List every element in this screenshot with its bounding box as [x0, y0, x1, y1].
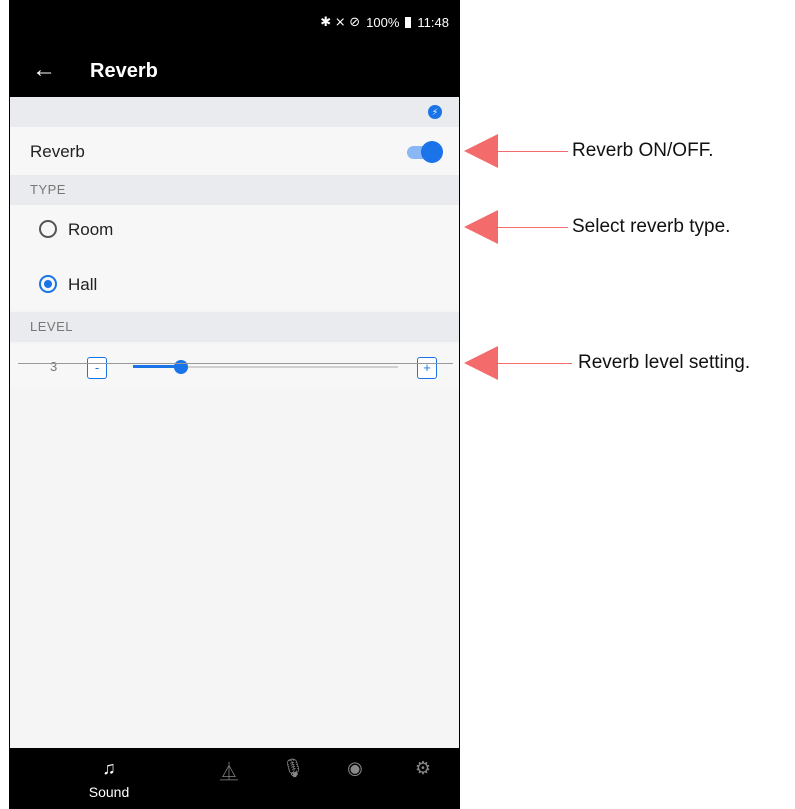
increase-button[interactable]: + [417, 357, 437, 379]
type-section-header: TYPE [10, 175, 459, 205]
reverb-toggle[interactable] [407, 141, 443, 163]
divider [18, 363, 453, 364]
callout-text: Reverb level setting. [578, 352, 751, 373]
nav-metronome[interactable]: ⏅ [214, 748, 244, 809]
arrowhead [464, 210, 498, 244]
radio-room-label: Room [68, 220, 114, 239]
info-strip: ⚡ [10, 97, 459, 127]
level-value: 3 [50, 359, 58, 374]
clock: 11:48 [417, 14, 449, 30]
battery-level: 100% [366, 14, 400, 30]
arrowhead [464, 346, 498, 380]
speaker-icon: ◉ [347, 758, 363, 778]
radio-hall[interactable] [39, 275, 57, 293]
radio-hall-label: Hall [68, 275, 98, 294]
app-bar: ← Reverb [10, 46, 459, 97]
microphone-icon: 🎙 [281, 758, 305, 778]
nav-speaker[interactable]: ◉ [340, 748, 370, 809]
radio-option-room[interactable]: Room [10, 205, 459, 255]
type-header: TYPE [30, 182, 66, 197]
reverb-label: Reverb [30, 142, 85, 161]
nav-sound-label: Sound [88, 784, 130, 800]
nav-sound[interactable]: ♫ Sound [78, 748, 140, 809]
phone-screen: ✱ ⨯ ⊘ 100% 11:48 ← Reverb ⚡ Reverb TYPE … [9, 0, 460, 809]
gear-icon: ⚙ [414, 758, 432, 778]
callout-line [498, 227, 568, 228]
page-title: Reverb [90, 60, 158, 82]
metronome-icon: ⏅ [220, 762, 238, 782]
status-icons: ✱ ⨯ ⊘ [320, 14, 361, 29]
nav-recorder[interactable]: 🎙 [278, 748, 308, 809]
back-arrow-icon[interactable]: ← [32, 56, 56, 84]
callout-text: Select reverb type. [572, 216, 731, 237]
status-items: ✱ ⨯ ⊘ 100% 11:48 [320, 14, 449, 30]
callout-line [498, 363, 572, 364]
status-bar: ✱ ⨯ ⊘ 100% 11:48 [10, 0, 459, 46]
level-section-header: LEVEL [10, 312, 459, 342]
bottom-nav: ♫ Sound ⏅ 🎙 ◉ ⚙ [10, 748, 459, 809]
battery-icon [405, 16, 412, 28]
level-row: 3 - + [10, 344, 459, 388]
callout-line [498, 151, 568, 152]
toggle-thumb [421, 141, 443, 163]
decrease-button[interactable]: - [87, 357, 107, 379]
arrowhead [464, 134, 498, 168]
music-note-icon: ♫ [102, 758, 116, 778]
level-header: LEVEL [30, 319, 73, 334]
radio-room[interactable] [39, 220, 57, 238]
callout-text: Reverb ON/OFF. [572, 140, 714, 161]
bolt-icon[interactable]: ⚡ [428, 105, 442, 119]
reverb-switch-row[interactable]: Reverb [10, 127, 459, 175]
radio-option-hall[interactable]: Hall [10, 255, 459, 310]
nav-settings[interactable]: ⚙ [408, 748, 438, 809]
